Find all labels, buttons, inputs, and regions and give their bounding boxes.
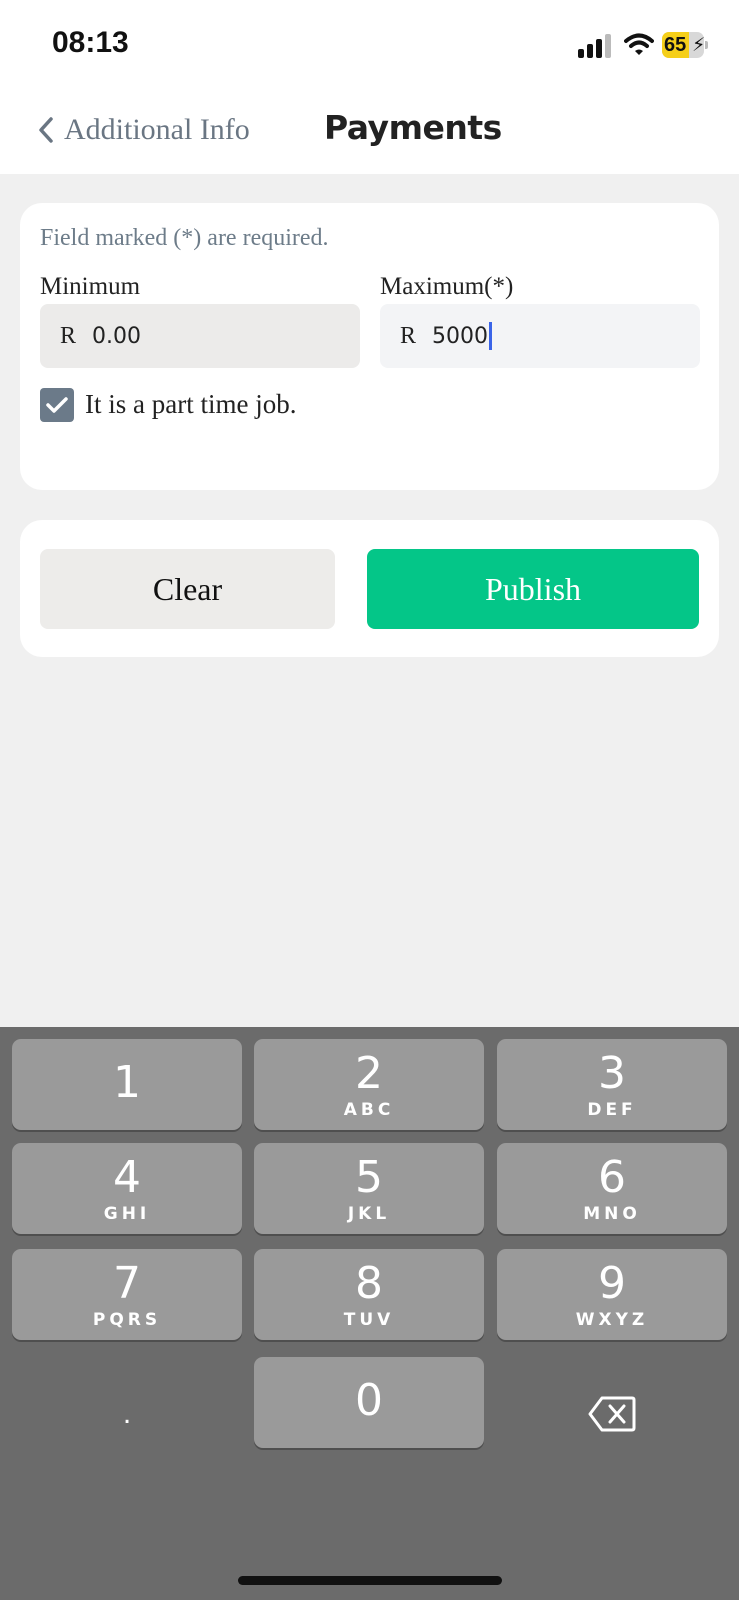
maximum-value: 5000 (432, 323, 489, 349)
key-3-letters: DEF (587, 1100, 637, 1120)
key-0[interactable]: 0 (254, 1357, 484, 1448)
battery-level: 65 (664, 34, 687, 56)
key-7[interactable]: 7 PQRS (12, 1249, 242, 1340)
publish-button[interactable]: Publish (367, 549, 699, 629)
maximum-label: Maximum(*) (380, 273, 514, 300)
delete-key[interactable] (497, 1368, 727, 1459)
actions-card: Clear Publish (20, 520, 719, 657)
checkmark-icon (46, 397, 68, 413)
key-6-letters: MNO (583, 1204, 641, 1224)
back-button[interactable]: Additional Info (38, 110, 250, 150)
key-8-digit: 8 (355, 1258, 383, 1309)
key-4-letters: GHI (103, 1204, 151, 1224)
key-3-digit: 3 (598, 1048, 626, 1099)
key-7-letters: PQRS (92, 1310, 162, 1330)
key-2-digit: 2 (355, 1048, 383, 1099)
home-indicator (238, 1576, 502, 1585)
decimal-key[interactable]: . (12, 1368, 242, 1459)
key-2-letters: ABC (343, 1100, 395, 1120)
wifi-icon (624, 33, 654, 55)
key-9-letters: WXYZ (575, 1310, 649, 1330)
key-1-digit: 1 (113, 1057, 141, 1108)
key-6[interactable]: 6 MNO (497, 1143, 727, 1234)
key-8-letters: TUV (343, 1310, 395, 1330)
key-9-digit: 9 (598, 1258, 626, 1309)
key-1[interactable]: 1 (12, 1039, 242, 1130)
key-3[interactable]: 3 DEF (497, 1039, 727, 1130)
key-4-digit: 4 (113, 1152, 141, 1203)
back-label: Additional Info (64, 113, 250, 146)
key-5-digit: 5 (355, 1152, 383, 1203)
maximum-input[interactable]: R 5000 (380, 304, 700, 368)
key-0-digit: 0 (355, 1375, 383, 1426)
required-note: Field marked (*) are required. (40, 225, 329, 251)
minimum-label: Minimum (40, 273, 141, 300)
key-5[interactable]: 5 JKL (254, 1143, 484, 1234)
key-6-digit: 6 (598, 1152, 626, 1203)
clear-button[interactable]: Clear (40, 549, 335, 629)
part-time-checkbox[interactable] (40, 388, 74, 422)
key-4[interactable]: 4 GHI (12, 1143, 242, 1234)
key-7-digit: 7 (113, 1258, 141, 1309)
numeric-keypad: 1 2 ABC 3 DEF 4 GHI 5 JKL 6 MNO 7 PQRS 8… (0, 1027, 739, 1600)
minimum-value: 0.00 (92, 323, 141, 349)
payment-range-card: Field marked (*) are required. Minimum M… (20, 203, 719, 490)
minimum-currency: R (60, 322, 77, 349)
cellular-signal-icon (578, 34, 614, 58)
key-5-letters: JKL (347, 1204, 391, 1224)
status-time: 08:13 (52, 26, 129, 59)
backspace-icon (588, 1396, 636, 1431)
header: 08:13 65 ⚡ Additional Info Payments (0, 0, 739, 174)
key-9[interactable]: 9 WXYZ (497, 1249, 727, 1340)
part-time-label[interactable]: It is a part time job. (85, 389, 296, 420)
page-title: Payments (324, 108, 502, 147)
charging-bolt-icon: ⚡ (692, 35, 704, 56)
chevron-left-icon (39, 117, 53, 143)
key-2[interactable]: 2 ABC (254, 1039, 484, 1130)
minimum-input[interactable]: R 0.00 (40, 304, 360, 368)
key-8[interactable]: 8 TUV (254, 1249, 484, 1340)
text-caret (489, 322, 493, 350)
battery-icon: 65 ⚡ (662, 32, 708, 58)
maximum-currency: R (400, 322, 417, 349)
